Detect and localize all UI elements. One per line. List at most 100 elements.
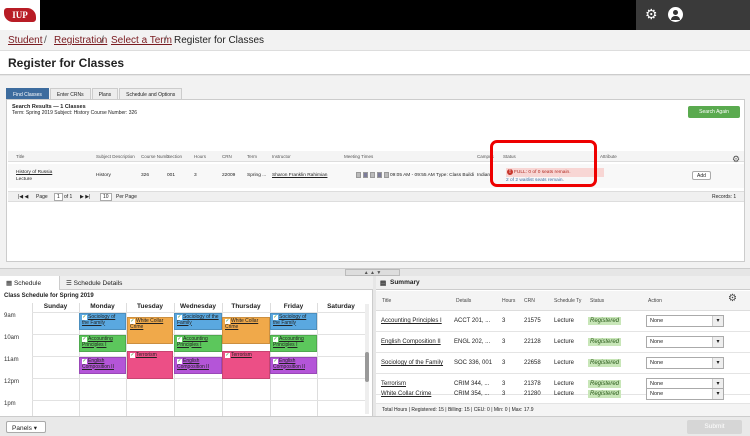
col-attribute[interactable]: Attribute	[600, 154, 617, 159]
schedule-event[interactable]: ✓English Composition II	[270, 357, 317, 374]
course-type: Lecture	[554, 339, 575, 345]
course-title-link[interactable]: White Collar Crime	[381, 391, 431, 397]
tab-schedule[interactable]: ▦ Schedule	[0, 276, 60, 290]
class-subject: History	[96, 173, 111, 178]
col-hours[interactable]: Hours	[502, 298, 515, 304]
col-title[interactable]: Title	[16, 154, 24, 159]
class-title-link[interactable]: History of Russia	[16, 170, 52, 175]
tab-enter-crns[interactable]: Enter CRNs	[49, 88, 91, 99]
search-again-button[interactable]: Search Again	[688, 106, 740, 118]
course-details: SOC 336, 001	[454, 360, 493, 366]
course-crn: 21575	[524, 318, 541, 324]
meeting-time[interactable]: 09:05 AM - 09:55 AM Type: Class Buildi	[390, 173, 474, 178]
user-icon[interactable]	[668, 7, 683, 22]
tab-plans[interactable]: Plans	[91, 88, 119, 99]
check-icon: ✓	[130, 352, 135, 358]
action-select[interactable]: None	[646, 357, 724, 369]
col-schedule-type[interactable]: Schedule Ty	[554, 298, 581, 304]
search-results-subtitle: Term: Spring 2019 Subject: History Cours…	[12, 110, 138, 116]
logo[interactable]: IUP	[0, 0, 40, 30]
schedule-event[interactable]: ✓Sociology of the Family	[79, 313, 126, 330]
hour-label: 10am	[4, 335, 20, 341]
schedule-event[interactable]: ✓White Collar Crime	[127, 317, 173, 344]
col-instructor[interactable]: Instructor	[272, 154, 291, 159]
schedule-tabs: ▦ Schedule ☰ Schedule Details	[0, 276, 373, 290]
splitter: ▲ ▲ ▼	[0, 268, 750, 276]
col-section[interactable]: Section	[167, 154, 182, 159]
col-subject[interactable]: Subject Description	[96, 154, 135, 159]
breadcrumb-registration[interactable]: Registration	[54, 35, 107, 46]
schedule-event[interactable]: ✓Terrorism	[222, 351, 270, 379]
results-table-header: Title Subject Description Course Numb Se…	[8, 151, 744, 164]
schedule-event[interactable]: ✓English Composition II	[174, 357, 222, 374]
breadcrumb-select-term[interactable]: Select a Term	[111, 35, 172, 46]
list-icon: ☰	[66, 280, 74, 287]
tab-schedule-options[interactable]: Schedule and Options	[119, 88, 183, 99]
col-status[interactable]: Status	[590, 298, 604, 304]
col-course[interactable]: Course Numb	[141, 154, 169, 159]
breadcrumb-separator: /	[44, 35, 47, 46]
event-label: Terrorism	[136, 352, 157, 358]
col-details[interactable]: Details	[456, 298, 471, 304]
settings-cog-icon[interactable]: ⚙	[728, 293, 737, 304]
schedule-event[interactable]: ✓Sociology of the Family	[270, 313, 317, 330]
panels-button[interactable]: Panels ▾	[6, 421, 46, 433]
col-crn[interactable]: CRN	[524, 298, 535, 304]
course-title-link[interactable]: Accounting Principles I	[381, 318, 442, 324]
event-label: Terrorism	[231, 352, 252, 358]
course-hours: 3	[502, 360, 506, 366]
calendar-grid: Sunday Monday Tuesday Wednesday Thursday…	[0, 303, 369, 416]
class-hours: 3	[194, 173, 197, 178]
course-title-link[interactable]: English Composition II	[381, 339, 441, 345]
course-title-link[interactable]: Sociology of the Family	[381, 360, 443, 366]
schedule-event[interactable]: ✓English Composition II	[79, 357, 126, 374]
col-action[interactable]: Action	[648, 298, 662, 304]
gear-icon[interactable]: ⚙	[645, 7, 659, 21]
action-select[interactable]: None	[646, 388, 724, 400]
tab-schedule-details-label: Schedule Details	[73, 280, 123, 287]
course-crn: 22658	[524, 360, 541, 366]
col-crn[interactable]: CRN	[222, 154, 232, 159]
col-term[interactable]: Term	[247, 154, 257, 159]
course-type: Lecture	[554, 360, 575, 366]
action-select[interactable]: None	[646, 315, 724, 327]
page-title: Register for Classes	[8, 56, 125, 70]
schedule-event[interactable]: ✓White Collar Crime	[222, 317, 270, 344]
splitter-handle[interactable]: ▲ ▲ ▼	[345, 269, 400, 276]
schedule-event[interactable]: ✓Accounting Principles I	[174, 335, 222, 352]
schedule-scrollbar[interactable]	[365, 304, 369, 414]
panels-label: Panels	[12, 425, 32, 432]
schedule-event[interactable]: ✓Accounting Principles I	[79, 335, 126, 352]
tab-find-classes[interactable]: Find Classes	[6, 88, 49, 99]
next-page-icon[interactable]: ▶ ▶|	[80, 194, 90, 200]
schedule-event[interactable]: ✓Accounting Principles I	[270, 335, 317, 352]
meeting-days	[356, 172, 391, 178]
col-meeting-times[interactable]: Meeting Times	[344, 154, 373, 159]
schedule-event[interactable]: ✓Sociology of the Family	[174, 313, 222, 330]
class-crn: 22009	[222, 173, 236, 178]
hour-label: 1pm	[4, 401, 16, 407]
per-page-select[interactable]: 10	[100, 193, 112, 201]
scroll-thumb[interactable]	[365, 352, 369, 382]
per-page-label: Per Page	[116, 194, 137, 200]
col-hours[interactable]: Hours	[194, 154, 206, 159]
summary-title: Summary	[390, 279, 420, 286]
day-box	[384, 172, 389, 178]
action-select[interactable]: None	[646, 336, 724, 348]
submit-button[interactable]: Submit	[687, 420, 742, 434]
status-badge: Registered	[588, 338, 622, 346]
chevron-down-icon: ▾	[33, 425, 37, 432]
footer: Panels ▾ Submit	[0, 416, 750, 436]
tab-schedule-details[interactable]: ☰ Schedule Details	[66, 276, 146, 290]
col-title[interactable]: Title	[382, 298, 391, 304]
instructor-link[interactable]: Sharon Franklin Rahimian	[272, 173, 327, 178]
summary-table-header: Title Details Hours CRN Schedule Ty Stat…	[376, 291, 750, 311]
add-button[interactable]: Add	[692, 171, 711, 180]
summary-total: Total Hours | Registered: 15 | Billing: …	[376, 404, 750, 416]
breadcrumb-student[interactable]: Student	[8, 35, 42, 46]
hour-label: 11am	[4, 357, 19, 363]
page-input[interactable]: 1	[54, 193, 63, 201]
first-page-icon[interactable]: |◀ ◀	[18, 194, 28, 200]
schedule-event[interactable]: ✓Terrorism	[127, 351, 173, 379]
day-header: Thursday	[231, 303, 261, 310]
